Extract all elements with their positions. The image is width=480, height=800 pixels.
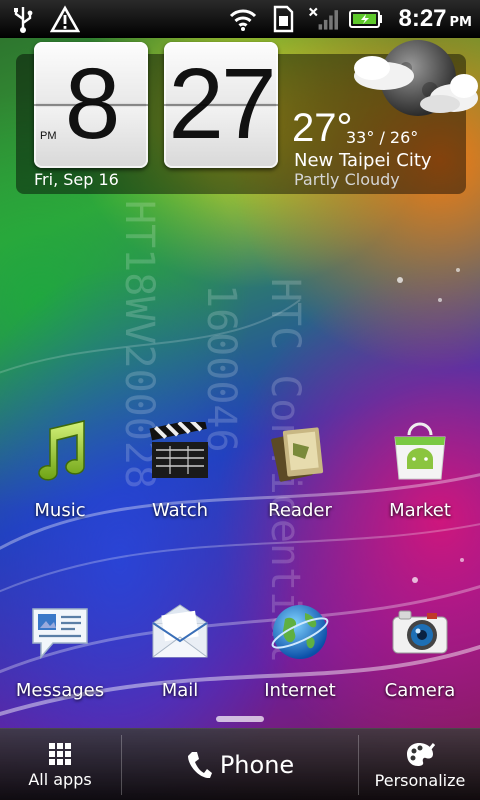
app-reader[interactable]: Reader xyxy=(240,416,360,521)
app-watch[interactable]: Watch xyxy=(120,416,240,521)
phone-label: Phone xyxy=(219,751,295,779)
app-label: Messages xyxy=(15,680,105,701)
status-time: 8:27 xyxy=(398,5,447,32)
app-music[interactable]: Music xyxy=(0,416,120,521)
clock-weather-widget[interactable]: 8 PM 27 Fri, Sep 16 27° 33° / 26° New Ta… xyxy=(16,40,478,194)
weather-city: New Taipei City xyxy=(294,150,432,171)
widget-date: Fri, Sep 16 xyxy=(34,170,119,189)
envelope-icon xyxy=(144,596,216,668)
clapperboard-icon xyxy=(144,416,216,488)
app-internet[interactable]: Internet xyxy=(240,596,360,701)
app-market[interactable]: Market xyxy=(360,416,480,521)
globe-icon xyxy=(264,596,336,668)
clock-hour-card: 8 PM xyxy=(34,42,148,168)
dock-bar: All apps Phone Personalize xyxy=(0,728,480,800)
app-mail[interactable]: Mail xyxy=(120,596,240,701)
status-clock: 8:27 PM xyxy=(394,5,472,33)
all-apps-button[interactable]: All apps xyxy=(0,729,120,800)
message-bubble-icon xyxy=(24,596,96,668)
launcher-handle[interactable] xyxy=(216,716,264,722)
paint-palette-icon xyxy=(407,742,435,766)
warning-icon[interactable] xyxy=(50,4,80,34)
clock-ampm: PM xyxy=(40,130,57,142)
weather-condition: Partly Cloudy xyxy=(294,170,400,189)
phone-button[interactable]: Phone xyxy=(150,729,330,800)
music-note-icon xyxy=(24,416,96,488)
camera-icon xyxy=(384,596,456,668)
dock-divider xyxy=(121,735,122,795)
clock-minute-card: 27 xyxy=(164,42,278,168)
dock-divider xyxy=(358,735,359,795)
app-camera[interactable]: Camera xyxy=(360,596,480,701)
status-ampm: PM xyxy=(449,15,472,30)
status-bar: 8:27 PM xyxy=(0,0,480,38)
battery-icon xyxy=(348,4,384,34)
books-icon xyxy=(264,416,336,488)
app-label: Music xyxy=(34,500,86,521)
wifi-icon xyxy=(228,4,258,34)
app-label: Camera xyxy=(384,680,456,701)
app-messages[interactable]: Messages xyxy=(0,596,120,701)
sim-icon xyxy=(268,4,298,34)
app-label: Watch xyxy=(151,500,209,521)
app-label: Internet xyxy=(264,680,336,701)
personalize-label: Personalize xyxy=(374,770,466,790)
phone-handset-icon xyxy=(187,752,212,779)
app-label: Reader xyxy=(268,500,332,521)
all-apps-label: All apps xyxy=(28,769,92,789)
app-label: Market xyxy=(389,500,451,521)
personalize-button[interactable]: Personalize xyxy=(360,729,480,800)
usb-icon[interactable] xyxy=(8,4,38,34)
android-market-bag-icon xyxy=(384,416,456,488)
partly-cloudy-night-icon xyxy=(354,40,478,116)
signal-icon xyxy=(308,4,339,34)
app-label: Mail xyxy=(161,680,199,701)
grid-icon xyxy=(49,742,71,765)
